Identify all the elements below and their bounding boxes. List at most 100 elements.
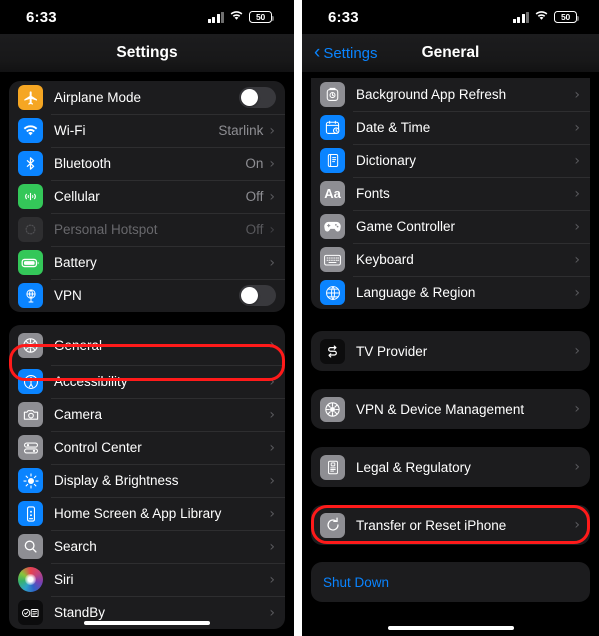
sidebar-item-search[interactable]: Search ›	[9, 530, 285, 563]
list-item-fonts[interactable]: Aa Fonts ›	[311, 177, 590, 210]
sidebar-item-camera[interactable]: Camera ›	[9, 398, 285, 431]
status-indicators: 50	[512, 8, 579, 26]
sidebar-item-label: Siri	[54, 572, 74, 587]
keyboard-icon	[320, 247, 345, 272]
list-item-vpn-device-management[interactable]: VPN & Device Management ›	[311, 389, 590, 429]
status-bar-left: 6:33 50	[0, 0, 294, 34]
list-item-language-region[interactable]: Language & Region ›	[311, 276, 590, 309]
wifi-icon	[18, 118, 43, 143]
control-center-icon	[18, 435, 43, 460]
chevron-right-icon: ›	[574, 152, 580, 169]
list-item-bluetooth[interactable]: Bluetooth On ›	[9, 147, 285, 180]
page-title: General	[421, 44, 480, 61]
chevron-left-icon: ‹	[314, 41, 321, 63]
list-item-value: Off	[245, 189, 264, 204]
chevron-right-icon: ›	[574, 459, 580, 475]
chevron-right-icon: ›	[269, 155, 275, 172]
status-bar-right: 6:33 50	[302, 0, 599, 34]
list-item-label: Background App Refresh	[356, 87, 507, 102]
list-item-game-controller[interactable]: Game Controller ›	[311, 210, 590, 243]
list-item-label: Wi-Fi	[54, 123, 86, 138]
chevron-right-icon: ›	[574, 185, 580, 202]
sidebar-item-display-brightness[interactable]: Display & Brightness ›	[9, 464, 285, 497]
vpn-toggle[interactable]	[239, 285, 276, 306]
list-item-cellular[interactable]: Cellular Off ›	[9, 180, 285, 213]
back-button-label: Settings	[323, 44, 378, 62]
list-item-tv-provider[interactable]: TV Provider ›	[311, 331, 590, 371]
list-item-label: Game Controller	[356, 219, 456, 234]
standby-icon	[18, 600, 43, 625]
chevron-right-icon: ›	[269, 254, 275, 271]
list-item-vpn[interactable]: VPN	[9, 279, 285, 312]
list-item-label: VPN	[54, 288, 82, 303]
vpn-icon	[18, 283, 43, 308]
chevron-right-icon: ›	[269, 472, 275, 489]
siri-icon	[18, 567, 43, 592]
sidebar-item-general[interactable]: General ›	[9, 325, 285, 365]
list-item-battery[interactable]: Battery ›	[9, 246, 285, 279]
panel-divider	[294, 0, 302, 636]
list-item-background-app-refresh[interactable]: Background App Refresh ›	[311, 78, 590, 111]
list-item-label: Dictionary	[356, 153, 417, 168]
settings-group-connectivity: Airplane Mode Wi-Fi Starlink › Bluetooth	[9, 81, 285, 312]
list-item-personal-hotspot: Personal Hotspot Off ›	[9, 213, 285, 246]
list-item-airplane-mode[interactable]: Airplane Mode	[9, 81, 285, 114]
cellular-icon	[18, 184, 43, 209]
back-button[interactable]: ‹ Settings	[314, 34, 378, 72]
sidebar-item-siri[interactable]: Siri ›	[9, 563, 285, 596]
list-item-keyboard[interactable]: Keyboard ›	[311, 243, 590, 276]
battery-level: 50	[255, 11, 266, 22]
list-item-date-time[interactable]: Date & Time ›	[311, 111, 590, 144]
list-item-label: Date & Time	[356, 120, 431, 135]
general-group-transfer-reset: Transfer or Reset iPhone ›	[311, 505, 590, 545]
sidebar-item-accessibility[interactable]: Accessibility ›	[9, 365, 285, 398]
book-icon	[320, 148, 345, 173]
gear-icon	[18, 332, 43, 358]
chevron-right-icon: ›	[574, 218, 580, 235]
sidebar-item-home-screen[interactable]: Home Screen & App Library ›	[9, 497, 285, 530]
battery-icon: 50	[554, 11, 579, 23]
shut-down-button[interactable]: Shut Down	[311, 562, 590, 602]
background-refresh-icon	[320, 82, 345, 107]
status-time: 6:33	[26, 8, 57, 26]
chevron-right-icon: ›	[574, 251, 580, 268]
chevron-right-icon: ›	[574, 401, 580, 417]
left-phone-screen: 6:33 50 Settings Airplane Mode Wi-Fi Sta…	[0, 0, 294, 636]
list-item-label: Transfer or Reset iPhone	[356, 517, 507, 533]
calendar-clock-icon	[320, 115, 345, 140]
list-item-label: TV Provider	[356, 343, 428, 359]
list-item-legal-regulatory[interactable]: Legal & Regulatory ›	[311, 447, 590, 487]
nav-bar-left: Settings	[0, 34, 294, 72]
sidebar-item-label: Camera	[54, 407, 103, 422]
sidebar-item-control-center[interactable]: Control Center ›	[9, 431, 285, 464]
list-item-wifi[interactable]: Wi-Fi Starlink ›	[9, 114, 285, 147]
wifi-icon	[534, 8, 549, 26]
list-item-transfer-or-reset-iphone[interactable]: Transfer or Reset iPhone ›	[311, 505, 590, 545]
list-item-label: Bluetooth	[54, 156, 112, 171]
general-group-tv: TV Provider ›	[311, 331, 590, 371]
airplane-mode-toggle[interactable]	[239, 87, 276, 108]
chevron-right-icon: ›	[269, 538, 275, 555]
list-item-value: Off	[245, 222, 264, 237]
home-screen-icon	[18, 501, 43, 526]
right-phone-screen: 6:33 50 ‹ Settings General Background Ap…	[302, 0, 599, 636]
list-item-label: Airplane Mode	[54, 90, 142, 105]
status-time: 6:33	[328, 8, 359, 26]
settings-list-left: Airplane Mode Wi-Fi Starlink › Bluetooth	[0, 81, 294, 636]
home-indicator	[387, 625, 514, 630]
list-item-label: Keyboard	[356, 252, 414, 267]
bluetooth-icon	[18, 151, 43, 176]
chevron-right-icon: ›	[269, 406, 275, 423]
list-item-label: Personal Hotspot	[54, 222, 158, 237]
shut-down-label: Shut Down	[323, 574, 390, 590]
battery-icon	[18, 250, 43, 275]
chevron-right-icon: ›	[574, 284, 580, 301]
chevron-right-icon: ›	[269, 373, 275, 390]
sidebar-item-label: General	[54, 337, 103, 353]
chevron-right-icon: ›	[269, 604, 275, 621]
general-group-vpn-device: VPN & Device Management ›	[311, 389, 590, 429]
gamepad-icon	[320, 214, 345, 239]
sidebar-item-label: Search	[54, 539, 97, 554]
chevron-right-icon: ›	[269, 505, 275, 522]
list-item-dictionary[interactable]: Dictionary ›	[311, 144, 590, 177]
